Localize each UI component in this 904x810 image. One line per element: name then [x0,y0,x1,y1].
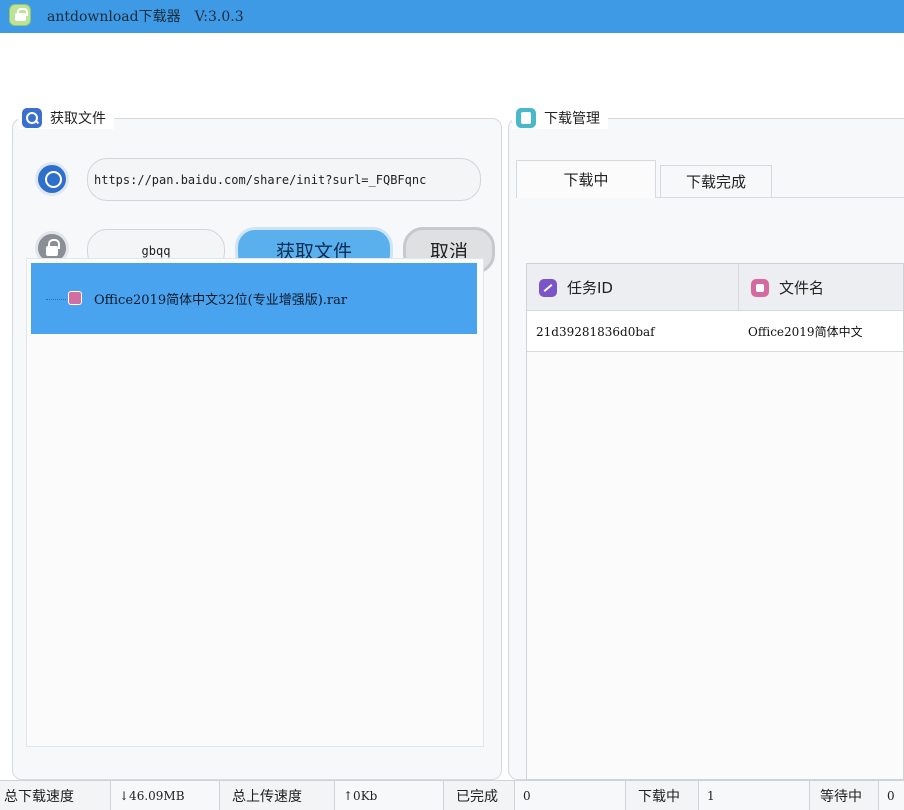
tree-connector [46,299,66,300]
title-bar: antdownload下载器 V:3.0.3 [0,0,904,33]
task-id-cell: 21d39281836d0baf [536,324,655,339]
app-icon [9,4,31,26]
file-tree-item[interactable]: Office2019简体中文32位(专业增强版).rar [31,263,477,334]
url-input[interactable]: https://pan.baidu.com/share/init?surl=_F… [87,158,481,201]
upload-speed-value: ↑0Kb [334,781,444,810]
waiting-label: 等待中 [820,789,862,805]
column-header-task-id[interactable]: 任务ID [539,264,735,311]
downloading-value: 1 [698,781,810,810]
file-name-icon [751,278,769,297]
url-input-value: https://pan.baidu.com/share/init?surl=_F… [94,172,427,187]
id-icon [539,278,557,297]
table-row[interactable]: 21d39281836d0baf Office2019简体中文 [527,311,903,352]
fetch-file-group-title: 获取文件 [18,107,114,129]
search-icon [22,108,42,128]
link-icon [35,162,69,196]
download-table: 任务ID 文件名 21d39281836d0baf Office2019简体中文 [526,263,904,780]
app-name: antdownload下载器 [47,9,181,25]
column-file-name-label: 文件名 [779,279,825,297]
tab-downloading[interactable]: 下载中 [516,160,656,198]
fetch-file-title: 获取文件 [50,111,106,127]
window-title: antdownload下载器 V:3.0.3 [47,6,244,26]
download-manager-title: 下载管理 [544,111,600,127]
waiting-value: 0 [878,781,904,810]
completed-label: 已完成 [456,789,498,805]
downloading-label: 下载中 [638,789,680,805]
app-version: V:3.0.3 [194,9,244,25]
status-bar: 总下载速度 ↓46.09MB 总上传速度 ↑0Kb 已完成 0 下载中 1 等待… [0,780,904,810]
clipboard-icon [516,108,536,128]
table-header: 任务ID 文件名 [527,264,903,311]
tab-completed[interactable]: 下载完成 [660,165,772,197]
file-tree[interactable]: Office2019简体中文32位(专业增强版).rar [26,258,484,747]
upload-speed-label: 总上传速度 [232,789,302,805]
file-icon [68,291,82,305]
completed-value: 0 [514,781,626,810]
column-task-id-label: 任务ID [567,279,613,297]
file-name-cell: Office2019简体中文 [748,325,863,339]
download-speed-value: ↓46.09MB [110,781,220,810]
column-header-file-name[interactable]: 文件名 [751,264,903,311]
download-manager-group-title: 下载管理 [512,107,608,129]
extract-code-value: gbqq [141,243,171,258]
file-tree-item-name: Office2019简体中文32位(专业增强版).rar [94,293,348,308]
download-speed-label: 总下载速度 [4,789,74,805]
